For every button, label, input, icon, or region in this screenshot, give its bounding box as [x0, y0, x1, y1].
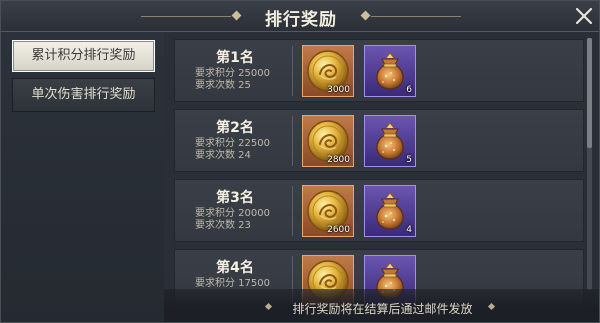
rank-title: 第2名 [216, 120, 254, 136]
reward-item-gold-coin[interactable]: 2800 [302, 115, 354, 167]
scroll-thumb[interactable] [587, 38, 592, 148]
rank-row-2: 第2名 要求积分 22500 要求次数 24 2800 5 [174, 109, 584, 172]
rank-title: 第4名 [216, 260, 254, 276]
close-icon [575, 7, 593, 25]
required-score: 要求积分 25000 [195, 68, 270, 79]
window-title: 排行奖励 [265, 10, 337, 30]
sidebar: 累计积分排行奖励 单次伤害排行奖励 [1, 32, 165, 322]
tab-label: 单次伤害排行奖励 [31, 87, 136, 102]
reward-item-gift-bag[interactable]: 5 [364, 115, 416, 167]
rank-title: 第3名 [216, 190, 254, 206]
tab-cumulative-score-ranking[interactable]: 累计积分排行奖励 [12, 40, 155, 72]
tab-single-damage-ranking[interactable]: 单次伤害排行奖励 [12, 78, 155, 112]
reward-item-gift-bag[interactable]: 4 [364, 185, 416, 237]
close-button[interactable] [573, 5, 595, 27]
divider [292, 186, 293, 236]
item-quantity: 2600 [327, 225, 350, 235]
reward-item-gold-coin[interactable]: 3000 [302, 45, 354, 97]
required-score: 要求积分 20000 [195, 208, 270, 219]
reward-item-gift-bag[interactable]: 6 [364, 45, 416, 97]
rewards-list[interactable]: 第1名 要求积分 25000 要求次数 25 3000 6 第2名 要求积分 2… [164, 32, 599, 322]
divider [292, 46, 293, 96]
tab-label: 累计积分排行奖励 [31, 48, 136, 63]
item-quantity: 4 [406, 225, 412, 235]
rank-title: 第1名 [216, 50, 254, 66]
item-quantity: 5 [406, 155, 412, 165]
title-bar: 排行奖励 [1, 1, 599, 32]
ranking-rewards-window: 排行奖励 累计积分排行奖励 单次伤害排行奖励 第1名 要求积分 25000 要求… [0, 0, 600, 323]
rank-row-1: 第1名 要求积分 25000 要求次数 25 3000 6 [174, 39, 584, 102]
item-quantity: 3000 [327, 85, 350, 95]
divider [292, 116, 293, 166]
mail-delivery-notice: 排行奖励将在结算后通过邮件发放 [292, 302, 473, 316]
reward-item-gold-coin[interactable]: 2600 [302, 185, 354, 237]
required-count: 要求次数 23 [195, 220, 251, 231]
rank-row-3: 第3名 要求积分 20000 要求次数 23 2600 4 [174, 179, 584, 242]
required-count: 要求次数 24 [195, 150, 251, 161]
title-ornament-right [371, 16, 461, 17]
footer-notice: 排行奖励将在结算后通过邮件发放 [164, 289, 599, 322]
required-count: 要求次数 25 [195, 80, 251, 91]
required-score: 要求积分 22500 [195, 138, 270, 149]
item-quantity: 2800 [327, 155, 350, 165]
required-score: 要求积分 17500 [195, 278, 270, 289]
item-quantity: 6 [406, 85, 412, 95]
scrollbar[interactable] [587, 38, 592, 290]
